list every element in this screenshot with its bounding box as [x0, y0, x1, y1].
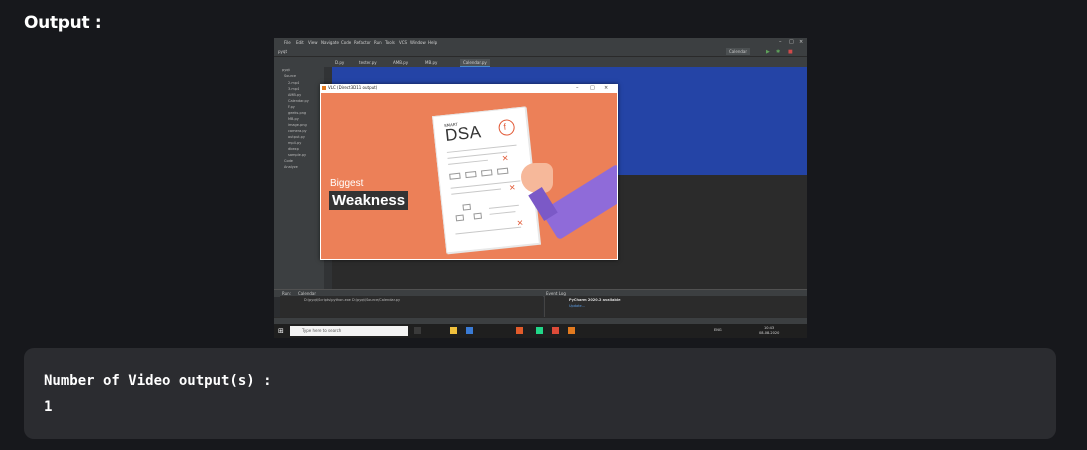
vlc-close-icon[interactable]: × — [604, 84, 608, 92]
tray-date[interactable]: 08-08-2020 — [759, 331, 779, 335]
firefox-icon[interactable] — [516, 327, 523, 334]
project-tree: pyqt Source 2.mp4 3.mp4 AMB.py Calendar.… — [280, 67, 324, 289]
ide-screenshot: File Edit View Navigate Code Refactor Ru… — [274, 38, 807, 338]
vlc-minimize-icon[interactable]: – — [576, 84, 579, 92]
output-value: 1 — [44, 399, 53, 415]
tree-item[interactable]: image.png — [288, 123, 307, 127]
status-bar — [274, 317, 807, 324]
debug-icon[interactable]: ✱ — [776, 49, 780, 55]
console-line: D:\pyqt\Scripts\python.exe D:/pyqt/Sourc… — [304, 298, 401, 302]
tree-item[interactable]: Analyze — [284, 165, 298, 169]
tree-item[interactable]: mp4.py — [288, 141, 301, 145]
tab-d[interactable]: D.py — [332, 59, 348, 66]
tree-item[interactable]: 2.mp4 — [288, 81, 299, 85]
output-label: Number of Video output(s) : — [44, 373, 272, 389]
tree-node — [462, 203, 472, 211]
output-panel: Number of Video output(s) : 1 — [24, 348, 1056, 439]
menu-edit[interactable]: Edit — [296, 40, 304, 45]
video-caption-biggest: Biggest — [330, 178, 364, 189]
paper-box — [465, 170, 477, 179]
paper-line — [489, 211, 516, 215]
event-link[interactable]: Update... — [569, 304, 585, 308]
tree-item[interactable]: F.py — [288, 105, 295, 109]
menu-code[interactable]: Code — [341, 40, 351, 45]
menu-file[interactable]: File — [284, 40, 291, 45]
menu-refactor[interactable]: Refactor — [354, 40, 371, 45]
vlc-maximize-icon[interactable]: □ — [590, 84, 595, 92]
tree-item[interactable]: output.py — [288, 135, 305, 139]
vlc-title-bar: VLC (Direct3D11 output) – □ × — [320, 84, 618, 92]
vlc-title: VLC (Direct3D11 output) — [328, 85, 378, 90]
tree-item[interactable]: Source — [284, 74, 296, 78]
taskbar-search-input[interactable]: Type here to search — [290, 326, 408, 336]
tab-amb[interactable]: AMB.py — [390, 59, 412, 66]
tree-item[interactable]: 3.mp4 — [288, 87, 299, 91]
tab-tester[interactable]: tester.py — [356, 59, 380, 66]
grade-letter: f — [503, 121, 507, 132]
chrome-icon[interactable] — [552, 327, 559, 334]
tree-item[interactable]: pyqt — [282, 68, 290, 72]
menu-help[interactable]: Help — [428, 40, 437, 45]
nav-bar: pyqt Calendar ▶ ✱ ■ — [274, 47, 807, 57]
video-caption-weakness: Weakness — [329, 191, 409, 210]
tray-time[interactable]: 10:43 — [764, 326, 774, 330]
menu-view[interactable]: View — [308, 40, 318, 45]
video-frame[interactable]: SMART DSA f ✕ ✕ ✕ Biggest Weakness — [321, 93, 617, 259]
project-breadcrumb[interactable]: pyqt — [278, 49, 287, 54]
task-view-icon[interactable] — [414, 327, 421, 334]
stop-icon[interactable]: ■ — [788, 49, 793, 55]
vlc-window: VLC (Direct3D11 output) – □ × SMART DSA … — [320, 84, 618, 260]
tray-lang[interactable]: ENG — [714, 328, 722, 332]
menu-tools[interactable]: Tools — [385, 40, 395, 45]
window-close-icon[interactable]: × — [799, 39, 803, 45]
red-x-icon: ✕ — [501, 153, 509, 164]
paper-line — [488, 204, 519, 209]
tree-item[interactable]: AMB.py — [288, 93, 301, 97]
tree-item[interactable]: MB.py — [288, 117, 299, 121]
window-max-icon[interactable]: □ — [789, 39, 794, 45]
menu-vcs[interactable]: VCS — [399, 40, 407, 45]
pycharm-icon[interactable] — [536, 327, 543, 334]
run-config-select[interactable]: Calendar — [726, 48, 750, 55]
windows-start-icon[interactable]: ⊞ — [278, 327, 284, 335]
tree-item[interactable]: Code — [284, 159, 293, 163]
tree-item[interactable]: geeks.png — [288, 111, 306, 115]
tree-item[interactable]: camera.py — [288, 129, 307, 133]
paper-line — [451, 188, 502, 195]
store-icon[interactable] — [466, 327, 473, 334]
tab-calendar[interactable]: Calendar.py — [460, 59, 490, 67]
paper-line — [455, 226, 522, 235]
tree-node — [473, 212, 483, 220]
tree-item[interactable]: Calendar.py — [288, 99, 309, 103]
paper-line — [447, 151, 508, 159]
tab-mb[interactable]: MB.py — [422, 59, 441, 66]
paper-box — [480, 169, 493, 177]
paper-title: DSA — [444, 122, 483, 145]
file-explorer-icon[interactable] — [450, 327, 457, 334]
paper-box — [496, 167, 509, 175]
vlc-cone-icon — [322, 86, 326, 90]
event-title: PyCharm 2020.2 available — [569, 298, 621, 302]
tree-node — [455, 214, 465, 222]
run-icon[interactable]: ▶ — [766, 49, 770, 55]
menu-window[interactable]: Window — [410, 40, 426, 45]
menu-run[interactable]: Run — [374, 40, 382, 45]
vlc-taskbar-icon[interactable] — [568, 327, 575, 334]
tree-item[interactable]: dbexp — [288, 147, 299, 151]
grade-circle-icon: f — [497, 118, 516, 137]
output-heading: Output : — [24, 13, 102, 33]
red-x-icon: ✕ — [508, 182, 517, 193]
paper-box — [449, 172, 461, 180]
menu-navigate[interactable]: Navigate — [321, 40, 339, 45]
window-min-icon[interactable]: – — [779, 39, 782, 45]
paper-line — [448, 159, 488, 165]
tree-item[interactable]: sample.py — [288, 153, 306, 157]
